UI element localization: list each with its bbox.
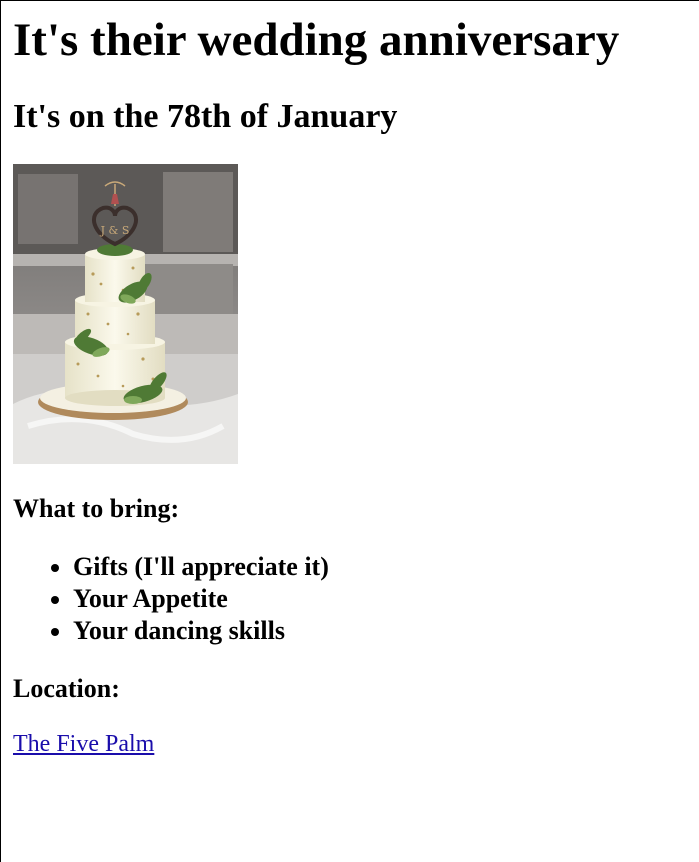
location-heading: Location: [13,673,120,703]
list-item: Gifts (I'll appreciate it) [73,551,691,583]
event-date-heading: It's on the 78th of January [13,97,398,135]
bring-list: Gifts (I'll appreciate it) Your Appetite… [13,551,691,647]
page-content: It's their wedding anniversary It's on t… [1,14,699,758]
list-item: Your Appetite [73,583,691,615]
location-link[interactable]: The Five Palm [13,731,154,758]
what-to-bring-heading: What to bring: [13,494,180,524]
topper-text: J & S [100,224,130,237]
list-item: Your dancing skills [73,615,691,647]
wedding-cake-image: J & S [13,164,238,465]
page-title: It's their wedding anniversary [13,14,620,66]
